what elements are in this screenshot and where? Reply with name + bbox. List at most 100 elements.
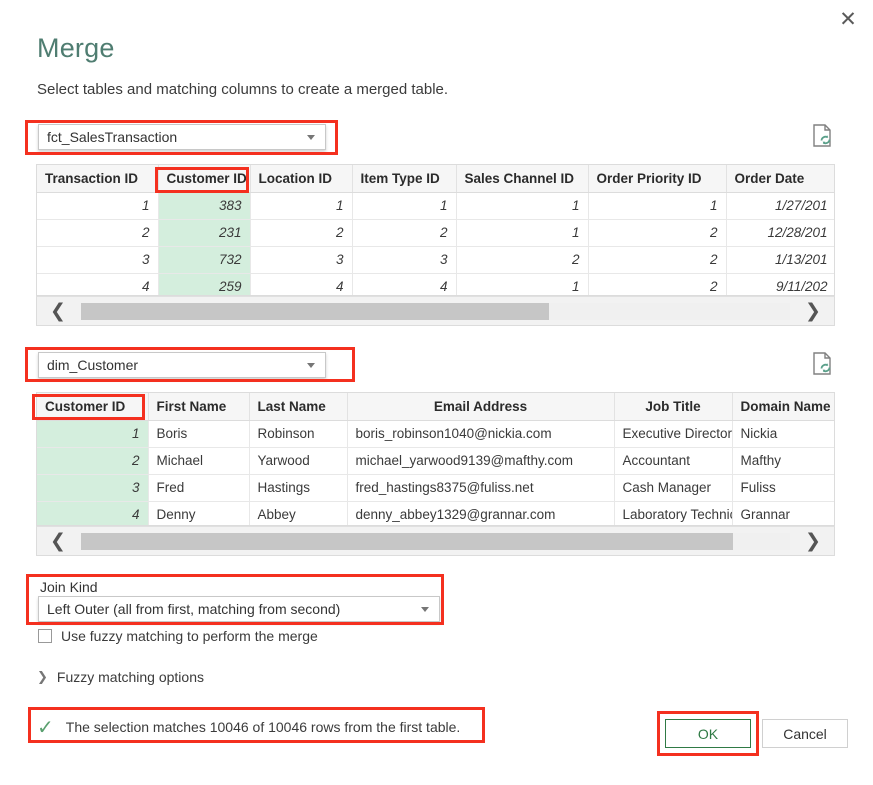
fuzzy-matching-options-label: Fuzzy matching options [56, 669, 204, 685]
cell-domain-name: Mafthy [732, 447, 834, 475]
fuzzy-matching-checkbox[interactable]: Use fuzzy matching to perform the merge [38, 628, 318, 644]
cell-domain-name: Fuliss [732, 474, 834, 502]
cell-item-type-id: 4 [352, 273, 457, 295]
document-refresh-icon [813, 124, 831, 147]
fuzzy-matching-options-expander[interactable]: ❯ Fuzzy matching options [37, 669, 204, 685]
second-table-hscrollbar[interactable]: ❮ ❯ [36, 526, 835, 556]
scroll-track[interactable] [81, 532, 790, 550]
close-button[interactable]: ✕ [831, 2, 865, 36]
cell-email-address: boris_robinson1040@nickia.com [347, 420, 615, 448]
cell-customer-id: 259 [158, 273, 251, 295]
cell-location-id: 2 [250, 219, 353, 247]
scroll-left-button[interactable]: ❮ [37, 527, 79, 555]
cell-customer-id: 1 [37, 420, 149, 448]
cell-email-address: fred_hastings8375@fuliss.net [347, 474, 615, 502]
status-message-text: The selection matches 10046 of 10046 row… [65, 719, 461, 735]
scroll-left-button[interactable]: ❮ [37, 297, 79, 325]
first-table-hscrollbar[interactable]: ❮ ❯ [36, 296, 835, 326]
cell-email-address: michael_yarwood9139@mafthy.com [347, 447, 615, 475]
table-row: 2 Michael Yarwood michael_yarwood9139@ma… [37, 447, 834, 475]
table-row: 4 259 4 4 1 2 9/11/202 [37, 273, 834, 295]
cell-location-id: 4 [250, 273, 353, 295]
cell-job-title: Accountant [614, 447, 733, 475]
cell-order-priority-id: 2 [588, 246, 727, 274]
column-header-email-address[interactable]: Email Address [347, 393, 615, 421]
column-header-domain-name[interactable]: Domain Name [732, 393, 834, 421]
column-header-item-type-id[interactable]: Item Type ID [352, 165, 457, 193]
cell-job-title: Executive Director [614, 420, 733, 448]
table-row: 3 732 3 3 2 2 1/13/201 [37, 246, 834, 274]
scroll-track[interactable] [81, 302, 790, 320]
first-table-preview: Transaction ID Customer ID Location ID I… [36, 164, 835, 296]
scroll-right-button[interactable]: ❯ [792, 527, 834, 555]
cell-sales-channel-id: 2 [456, 246, 589, 274]
cell-customer-id: 4 [37, 501, 149, 525]
second-table-refresh-icon[interactable] [812, 352, 834, 376]
cell-item-type-id: 1 [352, 192, 457, 220]
checkbox-icon[interactable] [38, 629, 52, 643]
join-kind-dropdown[interactable]: Left Outer (all from first, matching fro… [38, 596, 440, 622]
status-message: ✓ The selection matches 10046 of 10046 r… [37, 717, 460, 737]
cell-order-date: 12/28/201 [726, 219, 834, 247]
second-table-dropdown[interactable]: dim_Customer [38, 352, 326, 378]
cell-job-title: Laboratory Technician [614, 501, 733, 525]
cell-last-name: Hastings [249, 474, 348, 502]
chevron-down-icon [307, 362, 315, 368]
cell-transaction-id: 3 [37, 246, 159, 274]
document-refresh-icon [813, 352, 831, 375]
cell-transaction-id: 1 [37, 192, 159, 220]
cancel-button[interactable]: Cancel [762, 719, 848, 748]
second-table-grid: Customer ID First Name Last Name Email A… [37, 393, 834, 525]
cell-first-name: Denny [148, 501, 250, 525]
cell-customer-id: 383 [158, 192, 251, 220]
cell-customer-id: 732 [158, 246, 251, 274]
cell-sales-channel-id: 1 [456, 273, 589, 295]
cell-item-type-id: 3 [352, 246, 457, 274]
cell-location-id: 3 [250, 246, 353, 274]
column-header-customer-id[interactable]: Customer ID [158, 165, 251, 193]
page-subtitle: Select tables and matching columns to cr… [37, 81, 449, 98]
cell-order-priority-id: 2 [588, 219, 727, 247]
cell-order-date: 9/11/202 [726, 273, 834, 295]
cell-customer-id: 3 [37, 474, 149, 502]
cell-order-priority-id: 2 [588, 273, 727, 295]
cell-customer-id: 2 [37, 447, 149, 475]
chevron-right-icon: ❯ [37, 669, 48, 685]
checkmark-icon: ✓ [37, 715, 54, 739]
column-header-transaction-id[interactable]: Transaction ID [37, 165, 159, 193]
cell-transaction-id: 2 [37, 219, 159, 247]
column-header-job-title[interactable]: Job Title [614, 393, 733, 421]
cell-job-title: Cash Manager [614, 474, 733, 502]
fuzzy-matching-checkbox-label: Use fuzzy matching to perform the merge [61, 628, 318, 644]
scroll-right-button[interactable]: ❯ [792, 297, 834, 325]
join-kind-label: Join Kind [40, 579, 98, 595]
cell-order-date: 1/27/201 [726, 192, 834, 220]
cell-transaction-id: 4 [37, 273, 159, 295]
cell-domain-name: Nickia [732, 420, 834, 448]
column-header-sales-channel-id[interactable]: Sales Channel ID [456, 165, 589, 193]
column-header-location-id[interactable]: Location ID [250, 165, 353, 193]
column-header-last-name[interactable]: Last Name [249, 393, 348, 421]
scroll-thumb[interactable] [81, 532, 734, 550]
cell-email-address: denny_abbey1329@grannar.com [347, 501, 615, 525]
cell-domain-name: Grannar [732, 501, 834, 525]
chevron-down-icon [421, 606, 429, 612]
chevron-right-icon: ❯ [805, 530, 821, 552]
table-row: 2 231 2 2 1 2 12/28/201 [37, 219, 834, 247]
cell-order-date: 1/13/201 [726, 246, 834, 274]
column-header-order-date[interactable]: Order Date [726, 165, 834, 193]
column-header-order-priority-id[interactable]: Order Priority ID [588, 165, 727, 193]
first-table-dropdown-value: fct_SalesTransaction [47, 129, 178, 145]
ok-button[interactable]: OK [665, 719, 751, 748]
cell-first-name: Michael [148, 447, 250, 475]
cell-customer-id: 231 [158, 219, 251, 247]
column-header-customer-id[interactable]: Customer ID [37, 393, 149, 421]
first-table-refresh-icon[interactable] [812, 124, 834, 148]
first-table-dropdown[interactable]: fct_SalesTransaction [38, 124, 326, 150]
close-icon: ✕ [839, 7, 857, 31]
table-row: 3 Fred Hastings fred_hastings8375@fuliss… [37, 474, 834, 502]
column-header-first-name[interactable]: First Name [148, 393, 250, 421]
chevron-left-icon: ❮ [50, 530, 66, 552]
join-kind-value: Left Outer (all from first, matching fro… [47, 601, 341, 617]
scroll-thumb[interactable] [81, 302, 549, 320]
